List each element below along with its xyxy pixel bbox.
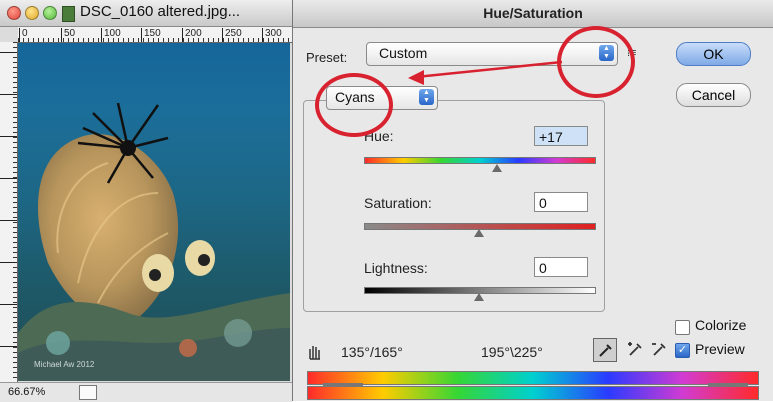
annotation-arrow <box>408 60 563 85</box>
input-color-spectrum <box>307 371 759 385</box>
hue-input[interactable]: +17 <box>534 126 588 146</box>
targeted-adjustment-icon[interactable] <box>306 343 326 361</box>
range-left-degrees: 135°/165° <box>341 344 403 360</box>
ruler-major-tick <box>0 346 17 347</box>
lightness-label: Lightness: <box>364 260 428 276</box>
document-window: DSC_0160 altered.jpg... 0 50 100 150 200… <box>0 0 293 402</box>
subtract-from-sample-eyedropper-icon[interactable] <box>648 338 670 360</box>
status-menu-button[interactable] <box>79 385 97 400</box>
coral-reef-image: Michael Aw 2012 <box>18 102 290 381</box>
ruler-major-tick <box>0 178 17 179</box>
ruler-label: 200 <box>182 28 202 42</box>
hue-slider-track[interactable] <box>364 157 596 164</box>
minimize-window-button[interactable] <box>25 6 39 20</box>
horizontal-ruler[interactable]: 0 50 100 150 200 250 300 <box>18 27 292 43</box>
lightness-input[interactable]: 0 <box>534 257 588 277</box>
lightness-slider-thumb[interactable] <box>474 293 484 301</box>
close-window-button[interactable] <box>7 6 21 20</box>
saturation-label: Saturation: <box>364 195 432 211</box>
document-statusbar: 66.67% <box>0 382 292 402</box>
preview-label: Preview <box>695 341 745 357</box>
vertical-ruler[interactable] <box>0 42 18 382</box>
ruler-major-tick <box>0 220 17 221</box>
add-to-sample-eyedropper-icon[interactable] <box>624 338 646 360</box>
hue-slider-thumb[interactable] <box>492 164 502 172</box>
ruler-label: 100 <box>101 28 121 42</box>
image-file-icon <box>62 6 75 22</box>
preset-label: Preset: <box>306 50 348 65</box>
cancel-button[interactable]: Cancel <box>676 83 751 107</box>
underwater-coral-photo: Michael Aw 2012 <box>18 43 290 381</box>
ok-button[interactable]: OK <box>676 42 751 66</box>
colorize-checkbox[interactable] <box>675 320 690 335</box>
zoom-level[interactable]: 66.67% <box>8 386 45 398</box>
range-right-degrees: 195°\225° <box>481 344 543 360</box>
ruler-label: 150 <box>141 28 161 42</box>
dialog-titlebar[interactable]: Hue/Saturation <box>293 0 773 28</box>
ruler-major-tick <box>0 94 17 95</box>
output-color-spectrum <box>307 386 759 400</box>
ruler-label: 0 <box>19 28 28 42</box>
colorize-label: Colorize <box>695 317 747 333</box>
ruler-label: 250 <box>222 28 242 42</box>
dialog-title: Hue/Saturation <box>483 5 583 21</box>
saturation-slider-thumb[interactable] <box>474 229 484 237</box>
ruler-major-tick <box>0 262 17 263</box>
zoom-window-button[interactable] <box>43 6 57 20</box>
document-title: DSC_0160 altered.jpg... <box>80 3 241 20</box>
ruler-major-tick <box>0 136 17 137</box>
ruler-label: 300 <box>262 28 282 42</box>
ruler-major-tick <box>0 52 17 53</box>
saturation-input[interactable]: 0 <box>534 192 588 212</box>
eyedropper-icon[interactable] <box>593 338 617 362</box>
photo-credit: Michael Aw 2012 <box>34 360 95 369</box>
preview-checkbox[interactable]: ✓ <box>675 343 690 358</box>
ruler-label: 50 <box>60 28 76 42</box>
document-titlebar[interactable]: DSC_0160 altered.jpg... <box>0 0 292 27</box>
ruler-major-tick <box>0 304 17 305</box>
